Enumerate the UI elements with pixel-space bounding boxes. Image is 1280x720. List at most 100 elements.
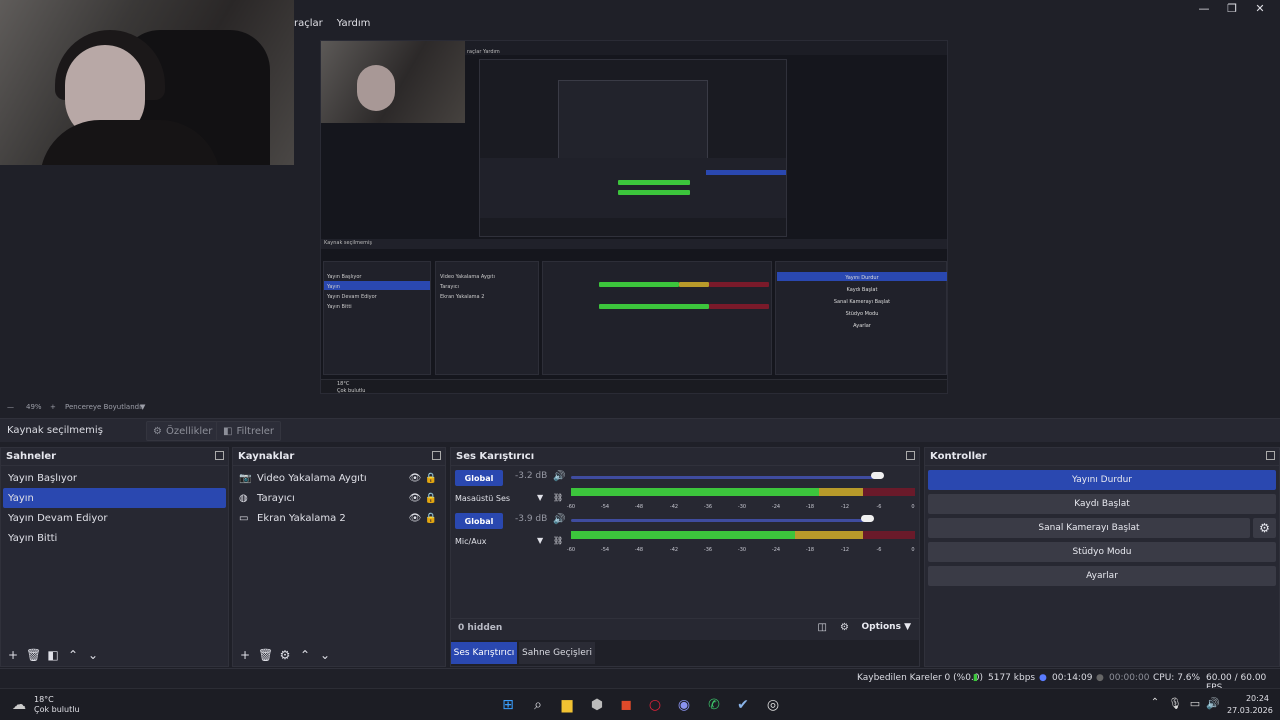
scene-item[interactable]: Yayın Devam Ediyor <box>3 508 226 528</box>
link-icon[interactable]: ⛓ <box>553 536 563 545</box>
meter-tick-label: -12 <box>840 504 850 510</box>
visibility-eye-icon[interactable]: 👁 <box>407 473 423 484</box>
minimize-button[interactable]: — <box>1192 2 1216 15</box>
volume-slider[interactable] <box>571 519 867 522</box>
advanced-settings-icon[interactable]: ⚙ <box>840 622 849 633</box>
start-virtual-camera-button[interactable]: Sanal Kamerayı Başlat <box>928 518 1250 538</box>
steam-icon[interactable]: ✔ <box>734 697 752 715</box>
preview-inner-sources: Video Yakalama Aygıtı Tarayıcı Ekran Yakal… <box>435 261 539 375</box>
meter-tick-label: -42 <box>669 547 679 553</box>
filters-button[interactable]: ◧ Filtreler <box>216 421 282 441</box>
zoom-out-button[interactable]: — <box>7 403 14 411</box>
folder-icon[interactable]: ▆ <box>558 697 576 715</box>
maximize-button[interactable]: ❐ <box>1220 2 1244 15</box>
start-recording-button[interactable]: Kaydı Başlat <box>928 494 1276 514</box>
studio-mode-button[interactable]: Stüdyo Modu <box>928 542 1276 562</box>
source-item[interactable]: ◍ Tarayıcı 👁 🔒 <box>235 488 443 508</box>
move-up-icon[interactable]: ⌃ <box>66 648 80 662</box>
meter-tick-label: -54 <box>600 504 610 510</box>
undock-icon[interactable] <box>906 451 915 460</box>
channel-menu-icon[interactable]: ▼ <box>537 536 543 545</box>
scene-filters-icon[interactable]: ◧ <box>46 648 60 662</box>
zoom-level: 49% <box>26 403 42 411</box>
remove-scene-icon[interactable]: 🗑 <box>26 648 41 662</box>
zoom-in-button[interactable]: + <box>50 403 56 411</box>
clock-date[interactable]: 27.03.2026 <box>1227 706 1273 715</box>
meter-tick-label: -18 <box>805 504 815 510</box>
scenes-title: Sahneler <box>6 451 57 462</box>
remove-source-icon[interactable]: 🗑 <box>258 648 273 662</box>
undock-icon[interactable] <box>215 451 224 460</box>
volume-slider-knob[interactable] <box>861 515 874 522</box>
speaker-icon[interactable]: 🔊 <box>553 471 565 482</box>
scene-item-selected[interactable]: Yayın <box>3 488 226 508</box>
mixer-tabs: Ses Karıştırıcı Sahne Geçişleri <box>451 640 919 666</box>
tab-audio-mixer[interactable]: Ses Karıştırıcı <box>451 642 517 664</box>
visibility-eye-icon[interactable]: 👁 <box>407 513 423 524</box>
bitrate: 5177 kbps <box>988 673 1036 683</box>
app-hex-icon[interactable]: ⬢ <box>588 697 606 715</box>
zoom-dropdown-icon[interactable]: ▼ <box>140 403 145 411</box>
link-icon[interactable]: ⛓ <box>553 493 563 502</box>
windows-start-icon[interactable]: ⊞ <box>499 697 517 715</box>
menu-item-tools[interactable]: raçlar <box>294 18 323 29</box>
scene-item[interactable]: Yayın Bitti <box>3 528 226 548</box>
record-icon: ● <box>1096 673 1104 683</box>
lock-icon[interactable]: 🔒 <box>423 473 439 484</box>
gear-icon: ⚙ <box>153 425 162 437</box>
channel-menu-icon[interactable]: ▼ <box>537 493 543 502</box>
undock-icon[interactable] <box>432 451 441 460</box>
clock-time[interactable]: 20:24 <box>1229 694 1269 703</box>
move-up-icon[interactable]: ⌃ <box>298 648 312 662</box>
volume-slider-knob[interactable] <box>871 472 884 479</box>
menu-bar: raçlar Yardım <box>294 18 370 29</box>
visibility-eye-icon[interactable]: 👁 <box>407 493 423 504</box>
network-icon[interactable]: ▭ <box>1186 697 1204 715</box>
volume-icon[interactable]: 🔊 <box>1204 697 1222 715</box>
close-button[interactable]: ✕ <box>1248 2 1272 15</box>
tab-scene-transitions[interactable]: Sahne Geçişleri <box>519 642 595 664</box>
undock-icon[interactable] <box>1266 451 1275 460</box>
microphone-icon[interactable]: 🎙 <box>1166 697 1184 715</box>
volume-db: -3.2 dB <box>515 471 548 481</box>
lock-icon[interactable]: 🔒 <box>423 513 439 524</box>
virtual-camera-settings-icon[interactable]: ⚙ <box>1253 518 1276 538</box>
meter-tick-label: -36 <box>703 504 713 510</box>
add-source-button[interactable]: + <box>238 648 252 662</box>
speaker-icon[interactable]: 🔊 <box>553 514 565 525</box>
global-button[interactable]: Global <box>455 513 503 529</box>
preview-inner-controls: Yayını Durdur Kaydı Başlat Sanal Kamerayı … <box>775 261 947 375</box>
source-item[interactable]: 📷 Video Yakalama Aygıtı 👁 🔒 <box>235 468 443 488</box>
move-down-icon[interactable]: ⌄ <box>318 648 332 662</box>
tray-chevron-icon[interactable]: ⌃ <box>1146 697 1164 715</box>
stream-time: 00:14:09 <box>1052 673 1093 683</box>
weather-temp: 18°C <box>34 695 54 704</box>
whatsapp-icon[interactable]: ✆ <box>705 697 723 715</box>
discord-icon[interactable]: ◉ <box>675 697 693 715</box>
meter-red-segment <box>863 531 915 539</box>
app-red-icon[interactable]: ◼ <box>617 697 635 715</box>
move-down-icon[interactable]: ⌄ <box>86 648 100 662</box>
volume-slider[interactable] <box>571 476 877 479</box>
layout-icon[interactable]: ◫ <box>818 622 827 633</box>
search-icon[interactable]: ⌕ <box>529 697 547 715</box>
source-properties-icon[interactable]: ⚙ <box>278 648 292 662</box>
windows-taskbar: ☁ 18°C Çok bulutlu ⊞ ⌕ ▆ ⬢ ◼ ○ ◉ ✆ ✔ ◎ ⌃… <box>0 688 1280 720</box>
options-button[interactable]: Options ▼ <box>862 622 912 632</box>
meter-tick-label: -18 <box>805 547 815 553</box>
menu-item-help[interactable]: Yardım <box>337 18 371 29</box>
stop-streaming-button[interactable]: Yayını Durdur <box>928 470 1276 490</box>
source-item[interactable]: ▭ Ekran Yakalama 2 👁 🔒 <box>235 508 443 528</box>
scene-item[interactable]: Yayın Başlıyor <box>3 468 226 488</box>
preview-canvas[interactable]: raçlar Yardım Kaynak seçilmemiş Yayın Ba… <box>320 40 948 394</box>
global-button[interactable]: Global <box>455 470 503 486</box>
opera-icon[interactable]: ○ <box>646 697 664 715</box>
settings-button[interactable]: Ayarlar <box>928 566 1276 586</box>
add-scene-button[interactable]: + <box>6 648 20 662</box>
lock-icon[interactable]: 🔒 <box>423 493 439 504</box>
fit-to-window[interactable]: Pencereye Boyutlandır <box>65 403 144 411</box>
meter-tick-label: 0 <box>911 547 915 553</box>
properties-button[interactable]: ⚙ Özellikler <box>146 421 220 441</box>
preview-inner-scenes: Yayın Başlıyor Yayın Yayın Devam Ediyor Yay… <box>323 261 431 375</box>
obs-icon[interactable]: ◎ <box>764 697 782 715</box>
